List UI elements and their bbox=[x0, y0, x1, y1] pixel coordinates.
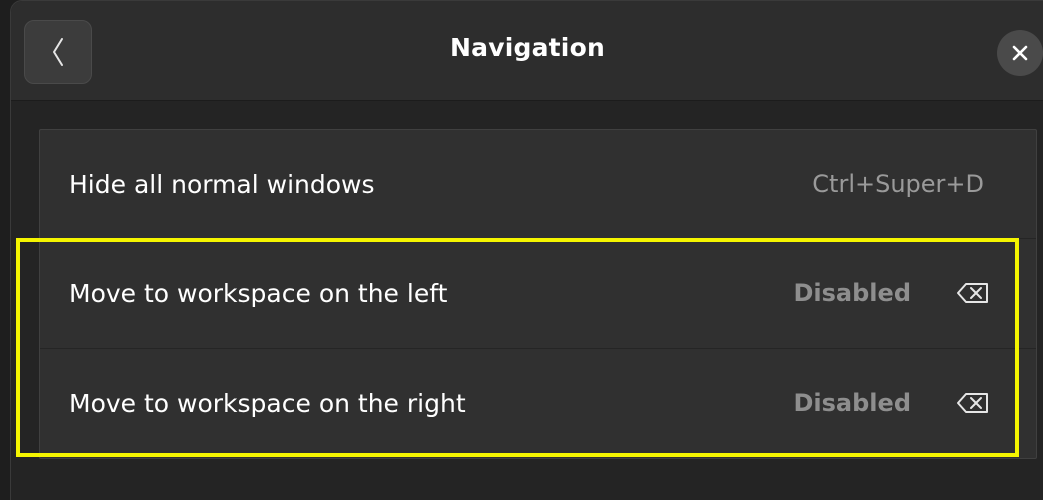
shortcut-list: Hide all normal windows Ctrl+Super+D Mov… bbox=[39, 129, 1037, 459]
backspace-icon bbox=[957, 283, 988, 303]
shortcut-label: Move to workspace on the right bbox=[69, 389, 466, 418]
close-button[interactable] bbox=[997, 30, 1043, 76]
shortcut-status: Disabled bbox=[793, 389, 912, 417]
header-bar: Navigation bbox=[11, 1, 1043, 101]
shortcut-row-workspace-left[interactable]: Move to workspace on the left Disabled bbox=[40, 239, 1036, 349]
backspace-icon bbox=[957, 393, 988, 413]
shortcut-accelerator: Ctrl+Super+D bbox=[812, 170, 984, 198]
shortcut-row-workspace-right[interactable]: Move to workspace on the right Disabled bbox=[40, 349, 1036, 459]
clear-shortcut-button[interactable] bbox=[956, 391, 990, 415]
shortcut-label: Hide all normal windows bbox=[69, 170, 375, 199]
shortcut-label: Move to workspace on the left bbox=[69, 279, 448, 308]
shortcut-dialog: Navigation Hide all normal windows Ctrl+… bbox=[10, 0, 1043, 500]
shortcut-row-hide-windows[interactable]: Hide all normal windows Ctrl+Super+D bbox=[40, 130, 1036, 239]
page-title: Navigation bbox=[450, 33, 605, 62]
clear-shortcut-button[interactable] bbox=[956, 281, 990, 305]
shortcut-status: Disabled bbox=[793, 279, 912, 307]
close-icon bbox=[1012, 45, 1028, 61]
